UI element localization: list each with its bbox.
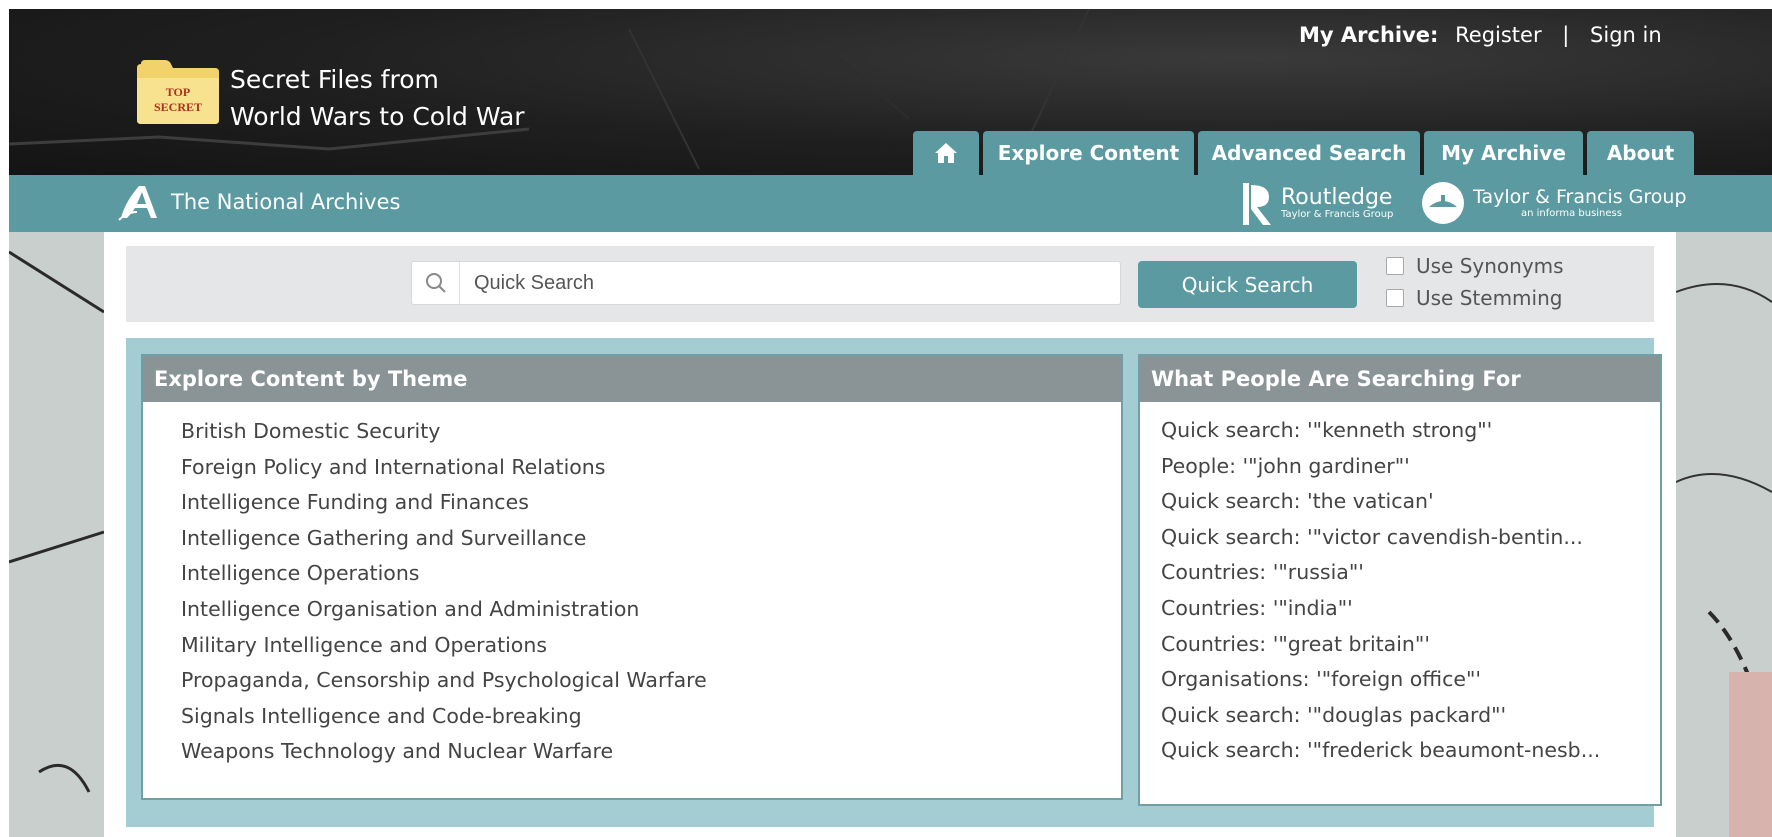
top-secret-logo[interactable]: TOP SECRET: [135, 56, 221, 126]
routledge-icon: [1243, 183, 1271, 225]
home-icon: [935, 143, 957, 163]
site-title-line1: Secret Files from: [230, 65, 439, 94]
use-synonyms-checkbox[interactable]: [1386, 257, 1404, 275]
use-synonyms-label: Use Synonyms: [1416, 254, 1564, 278]
routledge-logo[interactable]: Routledge Taylor & Francis Group: [1239, 181, 1393, 227]
my-archive-bar: My Archive: Register | Sign in: [1299, 23, 1662, 47]
national-archives-text: The National Archives: [171, 190, 401, 214]
register-link[interactable]: Register: [1455, 23, 1541, 47]
popular-search-link[interactable]: Quick search: '"douglas packard"': [1161, 698, 1651, 734]
tab-advanced-search[interactable]: Advanced Search: [1198, 131, 1420, 175]
logo-text-secret: SECRET: [154, 100, 202, 114]
search-box: [411, 261, 1121, 305]
quick-search-button[interactable]: Quick Search: [1138, 261, 1357, 308]
tab-my-archive[interactable]: My Archive: [1424, 131, 1583, 175]
tab-home[interactable]: [913, 131, 979, 175]
content-panel: Explore Content by Theme British Domesti…: [126, 338, 1662, 827]
quick-search-panel: Quick Search Use Synonyms Use Stemming: [126, 246, 1654, 322]
main-content: Quick Search Use Synonyms Use Stemming E…: [104, 232, 1676, 837]
theme-link[interactable]: Signals Intelligence and Code-breaking: [181, 699, 1121, 735]
use-stemming-option[interactable]: Use Stemming: [1386, 286, 1562, 310]
popular-search-link[interactable]: Quick search: 'the vatican': [1161, 484, 1651, 520]
theme-link[interactable]: British Domestic Security: [181, 414, 1121, 450]
search-icon: [412, 262, 460, 304]
popular-search-link[interactable]: Countries: '"india"': [1161, 591, 1651, 627]
popular-search-link[interactable]: Countries: '"great britain"': [1161, 627, 1651, 663]
theme-link[interactable]: Intelligence Gathering and Surveillance: [181, 521, 1121, 557]
explore-themes-heading: Explore Content by Theme: [143, 356, 1121, 402]
use-stemming-checkbox[interactable]: [1386, 289, 1404, 307]
theme-link[interactable]: Intelligence Operations: [181, 556, 1121, 592]
national-archives-logo[interactable]: The National Archives: [117, 182, 400, 222]
tab-about[interactable]: About: [1587, 131, 1694, 175]
theme-link[interactable]: Intelligence Funding and Finances: [181, 485, 1121, 521]
popular-search-link[interactable]: People: '"john gardiner"': [1161, 449, 1651, 485]
use-stemming-label: Use Stemming: [1416, 286, 1563, 310]
theme-link[interactable]: Foreign Policy and International Relatio…: [181, 450, 1121, 486]
brand-bar: The National Archives Routledge Taylor &…: [9, 175, 1772, 232]
theme-link[interactable]: Propaganda, Censorship and Psychological…: [181, 663, 1121, 699]
theme-link[interactable]: Military Intelligence and Operations: [181, 628, 1121, 664]
popular-search-link[interactable]: Quick search: '"kenneth strong"': [1161, 413, 1651, 449]
site-header: TOP SECRET Secret Files from World Wars …: [9, 9, 1772, 175]
site-title[interactable]: Secret Files from World Wars to Cold War: [230, 61, 525, 135]
main-nav-tabs: Explore Content Advanced Search My Archi…: [913, 131, 1694, 175]
taylor-francis-logo[interactable]: Taylor & Francis Group an informa busine…: [1421, 181, 1687, 225]
taylor-francis-subtitle: an informa business: [1521, 208, 1622, 219]
sign-in-link[interactable]: Sign in: [1590, 23, 1662, 47]
popular-searches-list: Quick search: '"kenneth strong"' People:…: [1140, 402, 1660, 769]
national-archives-icon: [118, 186, 157, 221]
taylor-francis-name: Taylor & Francis Group: [1473, 186, 1687, 208]
theme-list: British Domestic Security Foreign Policy…: [143, 402, 1121, 770]
routledge-subtitle: Taylor & Francis Group: [1281, 209, 1394, 220]
logo-text-top: TOP: [166, 85, 190, 99]
theme-link[interactable]: Intelligence Organisation and Administra…: [181, 592, 1121, 628]
use-synonyms-option[interactable]: Use Synonyms: [1386, 254, 1564, 278]
popular-search-link[interactable]: Quick search: '"frederick beaumont-nesb.…: [1161, 733, 1651, 769]
site-title-line2: World Wars to Cold War: [230, 102, 525, 131]
tab-explore-content[interactable]: Explore Content: [983, 131, 1194, 175]
auth-separator: |: [1562, 23, 1570, 47]
routledge-name: Routledge: [1281, 185, 1393, 210]
popular-search-link[interactable]: Organisations: '"foreign office"': [1161, 662, 1651, 698]
explore-themes-panel: Explore Content by Theme British Domesti…: [141, 354, 1123, 800]
my-archive-label: My Archive:: [1299, 23, 1439, 47]
popular-search-link[interactable]: Quick search: '"victor cavendish-bentin.…: [1161, 520, 1651, 556]
theme-link[interactable]: Weapons Technology and Nuclear Warfare: [181, 734, 1121, 770]
taylor-francis-icon: [1422, 182, 1464, 224]
page-frame: TOP SECRET Secret Files from World Wars …: [9, 9, 1772, 837]
popular-searches-panel: What People Are Searching For Quick sear…: [1138, 354, 1662, 806]
quick-search-input[interactable]: [460, 262, 1120, 304]
popular-searches-heading: What People Are Searching For: [1140, 356, 1660, 402]
popular-search-link[interactable]: Countries: '"russia"': [1161, 555, 1651, 591]
